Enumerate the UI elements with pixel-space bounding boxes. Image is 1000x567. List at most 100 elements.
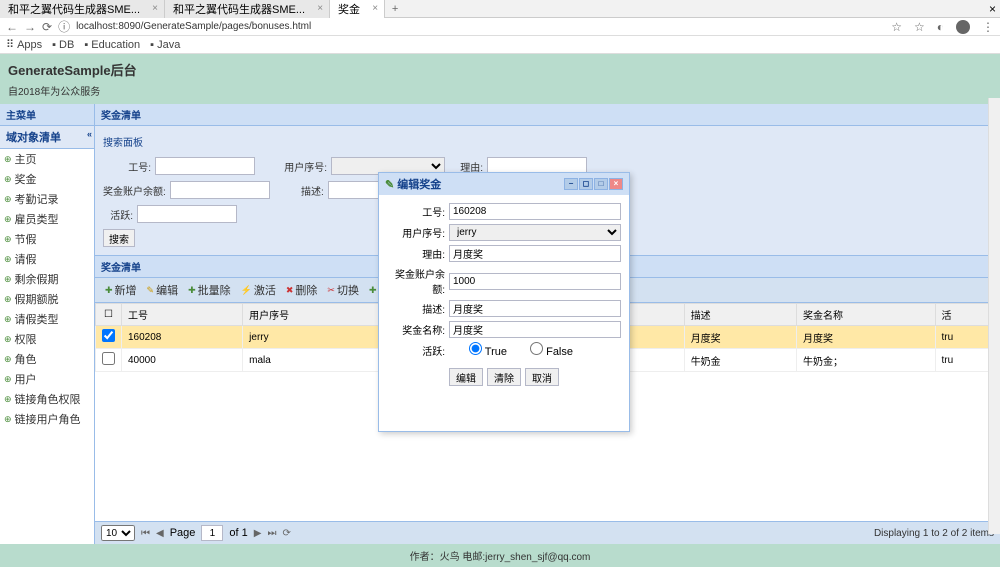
bookmark-bar: ⠿ Apps ▪ DB ▪ Education ▪ Java <box>0 36 1000 54</box>
close-icon[interactable]: × <box>317 3 323 14</box>
minimize-icon[interactable]: − <box>564 178 578 190</box>
browser-tab[interactable]: 和平之翼代码生成器SME...× <box>0 0 165 18</box>
bookmark-folder[interactable]: ▪ DB <box>52 39 74 51</box>
address-bar: ← → ⟳ ⓘ localhost:8090/GenerateSample/pa… <box>0 18 1000 36</box>
close-icon[interactable]: × <box>152 3 158 14</box>
next-page-icon[interactable]: ▶ <box>254 528 262 539</box>
close-icon[interactable]: × <box>372 3 378 14</box>
delete-button[interactable]: ✖删除 <box>282 281 322 299</box>
footer: 作者：火鸟 电邮:jerry_shen_sjf@qq.com <box>0 544 1000 567</box>
column-header[interactable]: 用户序号 <box>243 304 381 326</box>
app-subtitle: 自2018年为公众服务 <box>8 83 992 98</box>
search-active-input[interactable] <box>137 205 237 223</box>
sidebar-item[interactable]: ⊕用户 <box>0 369 94 389</box>
last-page-icon[interactable]: ⏭ <box>267 528 276 539</box>
star-icon[interactable]: ☆ <box>914 20 925 34</box>
label: 活跃: <box>103 207 133 222</box>
sidebar-item[interactable]: ⊕请假 <box>0 249 94 269</box>
search-balance-input[interactable] <box>170 181 270 199</box>
edit-button[interactable]: ✎编辑 <box>143 281 183 299</box>
sidebar-item[interactable]: ⊕假期额脱 <box>0 289 94 309</box>
sidebar-header-domain[interactable]: 域对象清单« <box>0 126 94 149</box>
restore-icon[interactable]: ◻ <box>579 178 593 190</box>
translate-icon[interactable]: ☆ <box>891 20 902 34</box>
sidebar-item[interactable]: ⊕剩余假期 <box>0 269 94 289</box>
new-tab-button[interactable]: + <box>385 3 405 15</box>
add-button[interactable]: ✚新增 <box>101 281 141 299</box>
dialog-header[interactable]: ✎ 编辑奖金 − ◻ □ × <box>379 173 629 195</box>
row-checkbox[interactable] <box>102 329 115 342</box>
reason-input[interactable] <box>449 245 621 262</box>
activate-button[interactable]: ⚡激活 <box>237 281 280 299</box>
dialog-clear-button[interactable]: 清除 <box>487 368 521 386</box>
dialog-cancel-button[interactable]: 取消 <box>525 368 559 386</box>
page-label: Page <box>170 527 196 539</box>
dialog-edit-button[interactable]: 编辑 <box>449 368 483 386</box>
sidebar-item[interactable]: ⊕权限 <box>0 329 94 349</box>
apps-icon[interactable]: ⠿ Apps <box>6 38 42 51</box>
forward-icon[interactable]: → <box>24 20 36 34</box>
balance-input[interactable] <box>449 273 621 290</box>
app-title: GenerateSample后台 <box>8 60 992 79</box>
sidebar-item[interactable]: ⊕链接角色权限 <box>0 389 94 409</box>
sidebar-item-label: 链接角色权限 <box>15 391 81 407</box>
sidebar-item[interactable]: ⊕主页 <box>0 149 94 169</box>
collapse-icon[interactable]: « <box>87 129 92 139</box>
content-title: 奖金清单 <box>95 104 1000 126</box>
column-header[interactable]: 工号 <box>122 304 243 326</box>
sidebar-item-label: 假期额脱 <box>15 291 59 307</box>
label: 奖金名称: <box>387 322 445 337</box>
browser-tab[interactable]: 奖金 × <box>330 0 385 18</box>
bookmark-folder[interactable]: ▪ Java <box>150 39 180 51</box>
browser-tab[interactable]: 和平之翼代码生成器SME...× <box>165 0 330 18</box>
sidebar-item[interactable]: ⊕考勤记录 <box>0 189 94 209</box>
plus-icon: ⊕ <box>4 334 12 345</box>
desc-input[interactable] <box>449 300 621 317</box>
menu-icon[interactable]: ⋮ <box>982 20 994 34</box>
id-input[interactable] <box>449 203 621 220</box>
sidebar-item[interactable]: ⊕请假类型 <box>0 309 94 329</box>
profile-icon[interactable] <box>956 20 970 34</box>
info-icon[interactable]: ⓘ <box>58 18 70 35</box>
user-select[interactable]: jerry <box>449 224 621 241</box>
reload-icon[interactable]: ⟳ <box>42 20 52 34</box>
bookmark-folder[interactable]: ▪ Education <box>84 39 140 51</box>
row-checkbox[interactable] <box>102 352 115 365</box>
radio-true[interactable]: True <box>449 342 507 358</box>
sidebar-item[interactable]: ⊕节假 <box>0 229 94 249</box>
plus-icon: ⊕ <box>4 374 12 385</box>
batch-delete-button[interactable]: ✚批量除 <box>184 281 235 299</box>
url-text[interactable]: localhost:8090/GenerateSample/pages/bonu… <box>76 21 879 32</box>
sidebar-item-label: 主页 <box>15 151 37 167</box>
label: 描述: <box>294 183 324 198</box>
window-close-icon[interactable]: × <box>989 2 996 16</box>
close-icon[interactable]: × <box>609 178 623 190</box>
column-header[interactable]: 描述 <box>684 304 796 326</box>
toggle-button[interactable]: ✂切换 <box>323 281 363 299</box>
sidebar-item-label: 权限 <box>15 331 37 347</box>
scrollbar[interactable] <box>988 98 1000 534</box>
sidebar-item[interactable]: ⊕角色 <box>0 349 94 369</box>
refresh-icon[interactable]: ⟳ <box>282 528 290 539</box>
sidebar-item-label: 角色 <box>15 351 37 367</box>
column-header[interactable]: 奖金名称 <box>797 304 935 326</box>
first-page-icon[interactable]: ⏮ <box>141 528 150 539</box>
radio-false[interactable]: False <box>515 342 573 358</box>
cell: 牛奶金 <box>684 349 796 372</box>
sidebar-item[interactable]: ⊕雇员类型 <box>0 209 94 229</box>
name-input[interactable] <box>449 321 621 338</box>
search-id-input[interactable] <box>155 157 255 175</box>
plus-icon: ⊕ <box>4 394 12 405</box>
prev-page-icon[interactable]: ◀ <box>156 528 164 539</box>
sidebar-item[interactable]: ⊕奖金 <box>0 169 94 189</box>
cell: 牛奶金； <box>797 349 935 372</box>
checkbox-header[interactable]: ☐ <box>96 304 122 326</box>
extension-icon[interactable]: ◐ <box>937 20 944 34</box>
page-input[interactable] <box>201 525 223 541</box>
sidebar-item[interactable]: ⊕链接用户角色 <box>0 409 94 429</box>
back-icon[interactable]: ← <box>6 20 18 34</box>
maximize-icon[interactable]: □ <box>594 178 608 190</box>
page-size-select[interactable]: 10 <box>101 525 135 541</box>
tab-title: 奖金 <box>338 1 360 17</box>
search-button[interactable]: 搜索 <box>103 229 135 247</box>
